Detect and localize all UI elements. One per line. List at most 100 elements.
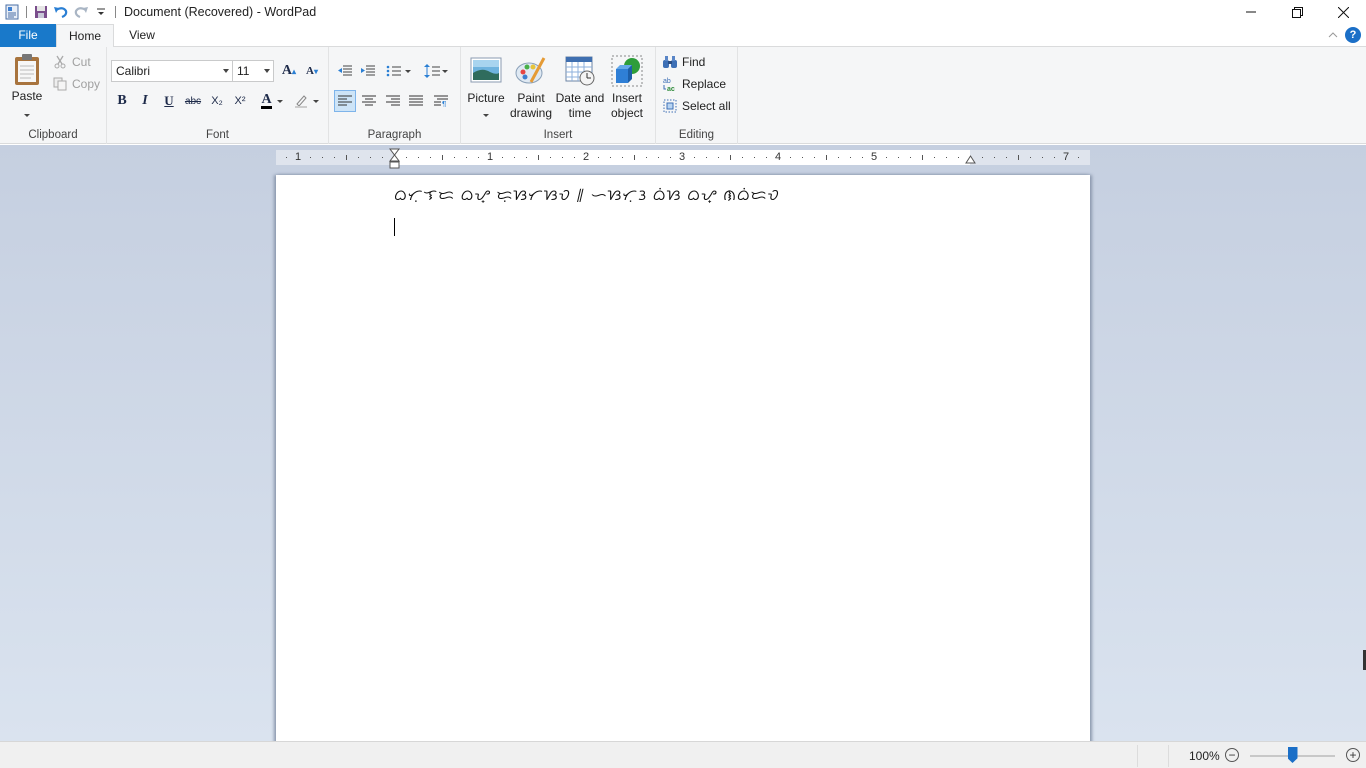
chevron-up-icon xyxy=(1328,32,1338,38)
bullet-list-button[interactable] xyxy=(383,60,413,82)
align-left-button[interactable] xyxy=(334,90,356,112)
ruler-tick xyxy=(502,157,503,158)
document-page[interactable]: ᜊᜆᜓᜎᜇ ᜊᜌ᜔ ᜇᜓᜐᜆᜐᜏ ᜶ ᜑᜐᜆᜓᜂ ᜊᜒᜐ ᜊᜌ᜔ ᜈᜊᜒᜇᜏ xyxy=(276,175,1090,741)
subscript-button[interactable]: X₂ xyxy=(206,90,228,112)
date-time-button[interactable]: Date and time xyxy=(555,55,605,121)
justify-button[interactable] xyxy=(405,90,427,112)
subscript-icon: X₂ xyxy=(211,95,223,107)
underline-button[interactable]: U xyxy=(158,90,180,112)
restore-button[interactable] xyxy=(1274,0,1320,24)
ruler-tick xyxy=(550,157,551,158)
ruler-tick xyxy=(982,157,983,158)
right-indent-marker[interactable] xyxy=(965,153,976,165)
strikethrough-button[interactable]: abc xyxy=(182,90,204,112)
plus-icon: + xyxy=(1349,748,1357,762)
document-workspace: 1 1 2 3 4 5 7 ᜊᜆᜓᜎᜇ ᜊᜌ᜔ ᜇᜓᜐᜆᜐᜏ ᜶ ᜑᜐᜆᜓᜂ ᜊᜒᜐ ᜊᜌ᜔… xyxy=(0,145,1366,741)
bold-button[interactable]: B xyxy=(111,90,133,112)
align-center-button[interactable] xyxy=(358,90,380,112)
zoom-in-button[interactable]: + xyxy=(1346,748,1360,762)
collapse-ribbon-button[interactable] xyxy=(1326,28,1340,42)
replace-button[interactable]: ab ac Replace xyxy=(662,74,726,94)
superscript-button[interactable]: X² xyxy=(229,90,251,112)
picture-dropdown-icon xyxy=(483,114,489,117)
svg-text:¶: ¶ xyxy=(442,100,446,107)
indent-marker[interactable] xyxy=(389,148,400,170)
highlighter-icon xyxy=(295,95,307,108)
ruler-tick xyxy=(694,157,695,158)
align-right-button[interactable] xyxy=(382,90,404,112)
ruler-tick xyxy=(850,157,851,158)
ruler-tick xyxy=(1042,157,1043,158)
cut-button[interactable]: Cut xyxy=(52,52,91,72)
decrease-indent-button[interactable] xyxy=(334,60,356,82)
save-icon[interactable] xyxy=(31,1,51,23)
increase-indent-icon xyxy=(361,65,375,76)
paint-label-2: drawing xyxy=(509,106,553,120)
ruler-tick xyxy=(1030,157,1031,158)
ruler-label: 3 xyxy=(678,151,686,163)
font-group: Calibri 11 A ▴ A ▾ B I U abc X₂ X² A Fon… xyxy=(107,47,329,144)
tab-home[interactable]: Home xyxy=(56,24,114,48)
find-button[interactable]: Find xyxy=(662,52,705,72)
ruler-tick xyxy=(1078,157,1079,158)
ruler-tick xyxy=(790,157,791,158)
shrink-font-button[interactable]: A ▾ xyxy=(301,60,323,82)
underline-icon: U xyxy=(164,93,174,108)
font-family-select[interactable]: Calibri xyxy=(111,60,233,82)
ruler-tick xyxy=(454,157,455,158)
line-spacing-button[interactable] xyxy=(422,60,450,82)
paragraph-settings-button[interactable]: ¶ xyxy=(430,90,452,112)
svg-text:ab: ab xyxy=(663,78,671,85)
picture-label: Picture xyxy=(467,91,505,105)
ribbon: Paste Cut Copy Clipboard Calibri 11 A▴ xyxy=(0,47,1366,144)
zoom-out-button[interactable]: − xyxy=(1225,748,1239,762)
paste-button[interactable]: Paste xyxy=(8,53,46,121)
wordpad-icon[interactable] xyxy=(2,1,22,23)
picture-button[interactable]: Picture xyxy=(466,55,506,121)
text-caret xyxy=(394,218,395,236)
chevron-down-icon xyxy=(223,69,229,73)
ruler-tick xyxy=(742,157,743,158)
ruler-tick xyxy=(706,157,707,158)
insert-object-button[interactable]: Insert object xyxy=(607,55,647,121)
paint-drawing-button[interactable]: Paint drawing xyxy=(508,55,554,121)
font-color-button[interactable]: A xyxy=(255,90,289,112)
editing-group-label: Editing xyxy=(678,129,715,141)
close-button[interactable] xyxy=(1320,0,1366,24)
title-bar: Document (Recovered) - WordPad xyxy=(0,0,1366,24)
italic-button[interactable]: I xyxy=(134,90,156,112)
ruler-tick xyxy=(670,157,671,158)
strikethrough-icon: abc xyxy=(184,95,202,107)
ruler-tick xyxy=(922,155,923,160)
ruler-tick xyxy=(358,157,359,158)
copy-label: Copy xyxy=(72,77,101,91)
copy-button[interactable]: Copy xyxy=(52,74,100,94)
font-size-select[interactable]: 11 xyxy=(232,60,274,82)
help-icon[interactable]: ? xyxy=(1345,27,1361,43)
clipboard-group: Paste Cut Copy Clipboard xyxy=(0,47,107,144)
paint-label-1: Paint xyxy=(517,91,545,105)
ruler-tick xyxy=(466,157,467,158)
select-all-button[interactable]: Select all xyxy=(662,96,731,116)
date-time-label-1: Date and xyxy=(555,91,605,105)
tab-view[interactable]: View xyxy=(114,24,170,47)
tab-file[interactable]: File xyxy=(0,24,56,47)
highlight-color-button[interactable] xyxy=(291,90,321,112)
restore-icon xyxy=(1291,6,1303,18)
zoom-slider-thumb[interactable] xyxy=(1287,747,1298,763)
document-text-line[interactable]: ᜊᜆᜓᜎᜇ ᜊᜌ᜔ ᜇᜓᜐᜆᜐᜏ ᜶ ᜑᜐᜆᜓᜂ ᜊᜒᜐ ᜊᜌ᜔ ᜈᜊᜒᜇᜏ xyxy=(394,185,780,205)
redo-icon[interactable] xyxy=(71,1,91,23)
minimize-button[interactable] xyxy=(1228,0,1274,24)
picture-icon xyxy=(470,55,502,87)
increase-indent-button[interactable] xyxy=(357,60,379,82)
chevron-down-icon xyxy=(264,69,270,73)
font-family-value: Calibri xyxy=(116,64,151,78)
ruler-tick xyxy=(370,157,371,158)
status-bar: 100% − + xyxy=(0,741,1366,768)
editing-group: Find ab ac Replace Select all Editing xyxy=(656,47,738,144)
undo-icon[interactable] xyxy=(51,1,71,23)
grow-font-button[interactable]: A ▴ xyxy=(278,60,300,82)
bullet-list-icon xyxy=(386,65,401,77)
customize-qat-icon[interactable] xyxy=(91,1,111,23)
ruler-label: 1 xyxy=(486,151,494,163)
